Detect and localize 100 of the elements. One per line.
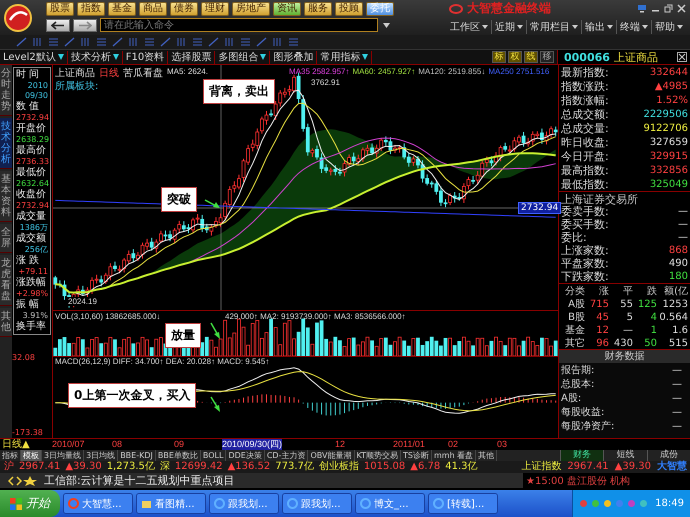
indicator-tab[interactable]: KT顺势交易 <box>354 450 402 461</box>
drawing-tool-icon[interactable] <box>288 37 299 48</box>
chart-mode-button[interactable]: 线 <box>524 51 538 63</box>
taskbar-button[interactable]: 大智慧... <box>63 493 133 514</box>
drawing-tool-icon[interactable] <box>112 37 123 48</box>
side-tab[interactable]: 分时走势 <box>0 65 12 116</box>
period-label[interactable]: 日线▲ <box>0 439 52 450</box>
taskbar-button[interactable]: 博文_... <box>355 493 425 514</box>
indicator-tab[interactable]: mmh 看盘 <box>432 450 476 461</box>
nav-button[interactable]: 基金 <box>108 2 136 16</box>
drawing-tool-icon[interactable] <box>48 37 59 48</box>
indicator-tab[interactable]: 指标 <box>0 450 21 461</box>
side-tab[interactable]: 其他 <box>0 308 12 337</box>
chart-mode-button[interactable]: 权 <box>508 51 522 63</box>
menu-item[interactable]: 帮助 <box>651 20 686 34</box>
indicator-tab[interactable]: CD-主力资 <box>264 450 308 461</box>
side-tab[interactable]: 全屏 <box>0 224 12 253</box>
nav-button[interactable]: 房地产 <box>232 2 270 16</box>
indicator-tab[interactable]: DDE决策 <box>226 450 265 461</box>
drawing-tool-icon[interactable] <box>80 37 91 48</box>
drawing-tool-icon[interactable] <box>256 37 267 48</box>
drawing-tool-icon[interactable] <box>272 37 283 48</box>
drawing-tool-icon[interactable] <box>160 37 171 48</box>
command-input[interactable]: 请在此输入命令 <box>100 18 378 32</box>
indicator-tab[interactable]: 其他 <box>476 450 498 461</box>
toolbar-button[interactable]: F10资料 <box>122 50 168 64</box>
toolbar-button[interactable]: 多图组合 <box>215 50 270 64</box>
table-cell-text: 基金 <box>564 324 586 337</box>
chart-legend-label: MA5: 2624. <box>167 66 208 78</box>
nav-button[interactable]: 投顾 <box>335 2 363 16</box>
restore-icon[interactable] <box>664 4 673 13</box>
quote-label: 最高指数: <box>561 162 609 178</box>
table-cell-text: 430 <box>612 338 634 348</box>
info-value: 09/30 <box>24 91 48 101</box>
drawing-tool-icon[interactable] <box>224 37 235 48</box>
nav-button[interactable]: 股票 <box>46 2 74 16</box>
drawing-tool-icon[interactable] <box>128 37 139 48</box>
toolbar-button[interactable]: 图形叠加 <box>270 50 318 64</box>
side-tab[interactable]: 龙虎看盘 <box>0 255 12 306</box>
toolbar-button[interactable]: 选择股票 <box>168 50 216 64</box>
news-ticker-text[interactable]: ★15:00 盘江股份 机构 <box>526 474 630 488</box>
chart-mode-button[interactable]: 移 <box>540 51 554 63</box>
drawing-tool-icon[interactable] <box>192 37 203 48</box>
exchange-value: — <box>678 232 688 243</box>
table-cell-text: 其它 <box>564 336 586 350</box>
side-tab[interactable]: 技术分析 <box>0 118 12 169</box>
close-icon[interactable] <box>677 52 687 62</box>
side-tab[interactable]: 基本资料 <box>0 171 12 222</box>
taskbar-button[interactable]: 跟我划... <box>209 493 279 514</box>
monitor-icon[interactable] <box>637 4 647 13</box>
drawing-tool-icon[interactable] <box>32 37 43 48</box>
caret-icon <box>362 54 368 60</box>
ticker-text: 1,273.5亿 <box>106 461 155 473</box>
menu-item[interactable]: 常用栏目 <box>526 20 581 34</box>
indicator-tab[interactable]: 3日均量线 <box>42 450 84 461</box>
indicator-tab[interactable]: OBV能量潮 <box>308 450 354 461</box>
taskbar-button[interactable]: 跟我划... <box>282 493 352 514</box>
nav-button[interactable]: 债券 <box>170 2 198 16</box>
drawing-tool-icon[interactable] <box>96 37 107 48</box>
drawing-tool-icon[interactable] <box>208 37 219 48</box>
toolbar-button[interactable]: 技术分析 <box>68 50 123 64</box>
nav-button[interactable]: 指数 <box>77 2 105 16</box>
menu-item[interactable]: 终端 <box>616 20 651 34</box>
forward-button[interactable] <box>73 18 97 32</box>
drawing-tool-icon[interactable] <box>176 37 187 48</box>
chart-mode-button[interactable]: 标 <box>492 51 506 63</box>
taskbar-button[interactable]: [转载]... <box>428 493 498 514</box>
menu-item[interactable]: 输出 <box>581 20 616 34</box>
info-value: 2010 <box>26 81 48 91</box>
nav-button[interactable]: 资讯 <box>273 2 301 16</box>
drawing-tool-icon[interactable] <box>240 37 251 48</box>
news-nav-icon[interactable] <box>8 476 38 486</box>
toolbar-button[interactable]: Level2默认 <box>0 50 68 64</box>
menu-item[interactable]: 工作区 <box>447 20 491 34</box>
nav-button[interactable]: 商品 <box>139 2 167 16</box>
indicator-tab[interactable]: BOLL <box>200 450 226 461</box>
toolbar-button[interactable]: 常用指标 <box>317 50 372 64</box>
drawing-tool-icon[interactable] <box>144 37 155 48</box>
info-value: 2732.94 <box>16 113 48 123</box>
indicator-tab[interactable]: BBE单数比 <box>156 450 201 461</box>
back-button[interactable] <box>46 18 70 32</box>
indicator-tab[interactable]: 3日均线 <box>84 450 118 461</box>
low-price-label: 2024.19 <box>67 297 98 306</box>
date-axis-label: 02 <box>448 439 458 450</box>
nav-button[interactable]: 理财 <box>201 2 229 16</box>
dropdown-icon[interactable] <box>383 22 390 28</box>
indicator-tab[interactable]: 模板 <box>21 450 42 461</box>
indicator-tab[interactable]: BBE-KDJ <box>118 450 156 461</box>
indicator-tab[interactable]: TS诊断 <box>401 450 432 461</box>
table-cell-text: 5 <box>626 312 634 322</box>
taskbar-button[interactable]: 看图精... <box>136 493 206 514</box>
drawing-tool-icon[interactable] <box>64 37 75 48</box>
nav-button[interactable]: 服务 <box>304 2 332 16</box>
drawing-tool-icon[interactable] <box>16 37 27 48</box>
panel-tab[interactable]: 财务 <box>560 450 604 461</box>
date-axis-label: 03 <box>497 439 508 450</box>
close-icon[interactable] <box>677 4 686 13</box>
exchange-label: 下跌家数: <box>561 269 609 284</box>
date-axis-label: 2011/01 <box>393 439 425 450</box>
menu-item[interactable]: 近期 <box>491 20 526 34</box>
